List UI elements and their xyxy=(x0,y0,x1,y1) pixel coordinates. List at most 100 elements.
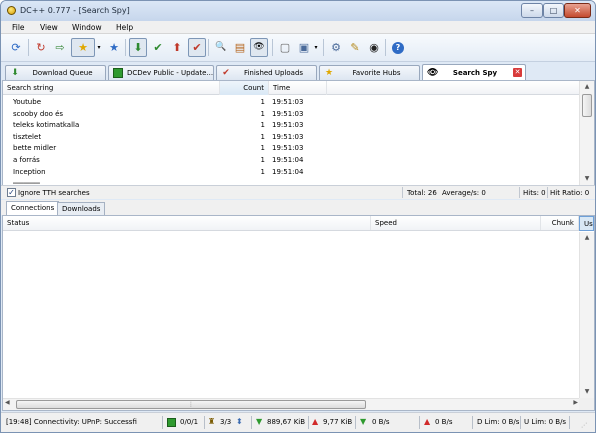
tab-download-queue[interactable]: ⬇ Download Queue xyxy=(5,65,106,80)
finished-uploads-icon[interactable]: ✔ xyxy=(188,38,206,57)
follow-redirect-icon[interactable]: ⇨ xyxy=(51,38,69,57)
queue-icon[interactable]: ⬇ xyxy=(129,38,147,57)
downloaded-total: 889,67 KiB xyxy=(267,418,306,426)
table-row[interactable]: Youtube 1 19:51:03 xyxy=(3,97,580,109)
toolbar-separator xyxy=(323,39,324,56)
uploaded-icon: ▲ xyxy=(312,417,319,426)
uploaded-total: 9,77 KiB xyxy=(323,418,353,426)
upload-queue-icon[interactable]: ⬆ xyxy=(168,38,186,57)
maximize-button[interactable]: □ xyxy=(543,3,564,18)
toolbar-separator xyxy=(125,39,126,56)
favorite-hubs-dropdown-icon[interactable]: ▾ xyxy=(95,38,103,57)
table-row[interactable]: teleks kotimatkalla 1 19:51:03 xyxy=(3,120,580,132)
hub-icon xyxy=(113,68,123,78)
scroll-up-icon[interactable]: ▲ xyxy=(580,81,594,93)
average-per-second: Average/s: 0 xyxy=(442,189,486,197)
tab-downloads[interactable]: Downloads xyxy=(57,202,106,215)
column-speed[interactable]: Speed xyxy=(371,216,541,230)
search-spy-icon[interactable]: 👁 xyxy=(250,38,268,57)
transfers-vscrollbar[interactable]: ▲ ▼ xyxy=(579,232,594,398)
upload-limit: U Lim: 0 B/s xyxy=(524,418,567,426)
connect-icon[interactable]: ⟳ xyxy=(7,38,25,57)
notepad-icon[interactable]: ✎ xyxy=(346,38,364,57)
upload-speed: 0 B/s xyxy=(435,418,453,426)
tab-connections[interactable]: Connections xyxy=(6,201,60,215)
table-row[interactable]: Inception 1 19:51:04 xyxy=(3,167,580,179)
help-glyph: ? xyxy=(392,41,404,54)
recent-hubs-dropdown-icon[interactable]: ▾ xyxy=(312,38,320,57)
tab-search-spy[interactable]: 👁 Search Spy ✕ xyxy=(422,64,526,80)
column-count[interactable]: Count xyxy=(220,81,269,95)
search-spy-header: Search string Count Time xyxy=(3,81,580,95)
tab-favorite-hubs[interactable]: ★ Favorite Hubs xyxy=(319,65,420,80)
tab-label: Download Queue xyxy=(32,69,93,77)
search-spy-icon: 👁 xyxy=(427,67,439,78)
transfers-header: Status Speed Chunk xyxy=(3,216,580,231)
hscroll-thumb[interactable]: ⋮ xyxy=(16,400,366,409)
reconnect-icon[interactable]: ↻ xyxy=(32,38,50,57)
table-row[interactable]: a forrás 1 19:51:04 xyxy=(3,155,580,167)
slots-icon: ♜ xyxy=(208,417,216,426)
cell-search-string: bette midler xyxy=(13,144,57,153)
main-window: DC++ 0.777 - [Search Spy] – □ ✕ File Vie… xyxy=(0,0,596,433)
search-spy-scrollbar[interactable]: ▲ ▼ xyxy=(579,81,594,185)
search-spy-status: ✓ Ignore TTH searches Total: 26 Average/… xyxy=(1,185,595,199)
cell-count: 1 xyxy=(260,144,265,153)
menu-file[interactable]: File xyxy=(12,23,25,32)
ignore-tth-label[interactable]: Ignore TTH searches xyxy=(18,189,90,197)
column-chunk[interactable]: Chunk xyxy=(541,216,579,230)
cell-count: 1 xyxy=(260,98,265,106)
transfers-hscrollbar[interactable]: ◀ ⋮ ▶ xyxy=(3,398,580,410)
search-icon[interactable]: 🔍 xyxy=(212,38,230,57)
cell-time: 19:51:03 xyxy=(272,144,304,153)
scroll-left-icon[interactable]: ◀ xyxy=(5,399,10,406)
menu-view[interactable]: View xyxy=(40,23,58,32)
hub-counts: 0/0/1 xyxy=(180,418,199,426)
status-divider xyxy=(520,416,521,429)
slots-stepper-icon[interactable]: ⬍ xyxy=(236,417,243,426)
column-search-string[interactable]: Search string xyxy=(3,81,220,95)
column-status[interactable]: Status xyxy=(3,216,371,230)
tab-finished-uploads[interactable]: ✔ Finished Uploads xyxy=(216,65,317,80)
ignore-tth-checkbox[interactable]: ✓ xyxy=(7,188,16,197)
favorite-hubs-icon[interactable]: ★ xyxy=(71,38,95,57)
resize-grip-icon[interactable]: ⋰ xyxy=(581,422,587,429)
scroll-down-icon[interactable]: ▼ xyxy=(580,173,594,185)
scroll-up-icon[interactable]: ▲ xyxy=(580,232,594,244)
table-row[interactable]: scooby doo és 1 19:51:03 xyxy=(3,109,580,121)
downloaded-icon: ▼ xyxy=(256,417,263,426)
minimize-button[interactable]: – xyxy=(521,3,543,18)
scroll-thumb[interactable] xyxy=(582,94,592,117)
column-user[interactable]: Us xyxy=(579,216,594,231)
menu-window[interactable]: Window xyxy=(72,23,102,32)
cell-search-string: Youtube xyxy=(13,98,41,106)
scroll-down-icon[interactable]: ▼ xyxy=(580,386,594,398)
cell-time: 19:51:03 xyxy=(272,121,304,130)
status-divider xyxy=(547,187,548,198)
menu-help[interactable]: Help xyxy=(116,23,133,32)
table-row[interactable]: bette midler 1 19:51:03 xyxy=(3,143,580,155)
close-button[interactable]: ✕ xyxy=(564,3,591,18)
adl-search-icon[interactable]: ▤ xyxy=(231,38,249,57)
column-time[interactable]: Time xyxy=(269,81,327,95)
toolbar-separator xyxy=(385,39,386,56)
help-icon[interactable]: ? xyxy=(389,38,407,57)
dcpp-app-icon[interactable] xyxy=(7,6,16,15)
cell-time: 19:51:03 xyxy=(272,132,304,141)
finished-downloads-icon[interactable]: ✔ xyxy=(149,38,167,57)
tab-dcdev-public[interactable]: DCDev Public - Update... xyxy=(108,65,214,80)
transfers-list[interactable]: Status Speed Chunk Us ▲ ▼ ◀ ⋮ ▶ xyxy=(2,215,595,411)
open-file-list-icon[interactable]: ▢ xyxy=(276,38,294,57)
close-tab-icon[interactable]: ✕ xyxy=(513,68,522,77)
cell-search-string: scooby doo és xyxy=(13,109,64,118)
favorite-users-icon[interactable]: ★ xyxy=(105,38,123,57)
hash-progress-icon[interactable]: ◉ xyxy=(365,38,383,57)
settings-icon[interactable]: ⚙ xyxy=(327,38,345,57)
menu-bar: File View Window Help xyxy=(1,21,595,34)
toolbar-separator xyxy=(208,39,209,56)
search-spy-list[interactable]: Search string Count Time Youtube 1 19:51:0… xyxy=(2,80,595,186)
cell-count: 1 xyxy=(260,109,265,118)
table-row[interactable]: tisztelet 1 19:51:03 xyxy=(3,132,580,144)
scroll-right-icon[interactable]: ▶ xyxy=(573,399,578,406)
recent-hubs-icon[interactable]: ▣ xyxy=(295,38,313,57)
